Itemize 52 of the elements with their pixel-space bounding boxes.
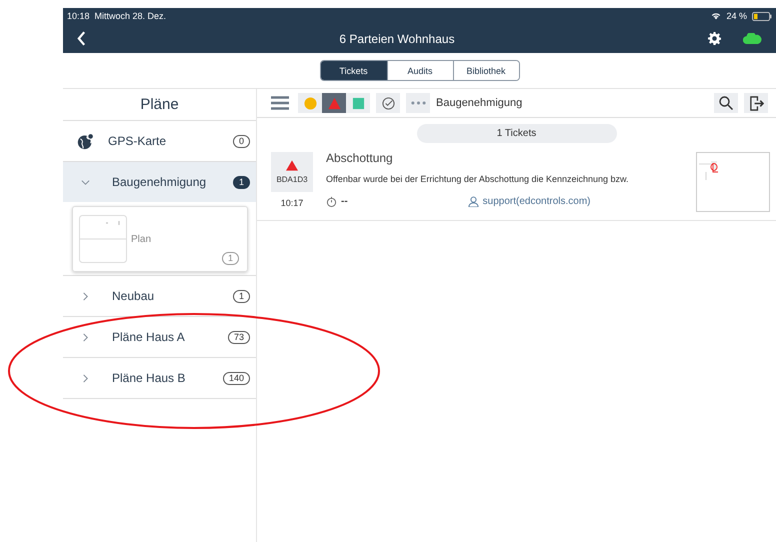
window-title: 6 Parteien Wohnhaus bbox=[338, 32, 456, 46]
count-badge: 73 bbox=[228, 330, 250, 344]
globe-pin-icon bbox=[77, 132, 94, 150]
plan-thumbnail[interactable] bbox=[696, 152, 770, 212]
chevron-right-icon[interactable] bbox=[81, 374, 90, 382]
chevron-right-icon[interactable] bbox=[81, 292, 90, 300]
plan-label: Plan bbox=[131, 234, 152, 244]
check-circle-icon bbox=[382, 96, 394, 110]
tab[interactable]: Tickets bbox=[320, 61, 386, 80]
sidebar-item[interactable]: Baugenehmigung 1 bbox=[63, 162, 256, 202]
sidebar-title: Pläne bbox=[63, 89, 256, 121]
sidebar-item[interactable]: Pläne Haus A 73 bbox=[63, 317, 256, 358]
back-button[interactable] bbox=[77, 31, 86, 46]
plan-card[interactable]: Plan 1 bbox=[72, 206, 248, 272]
person-icon bbox=[468, 196, 479, 207]
count-badge: 1 bbox=[232, 290, 250, 302]
chevron-right-icon[interactable] bbox=[81, 332, 90, 342]
count-badge: 1 bbox=[222, 252, 239, 265]
export-icon bbox=[748, 96, 764, 110]
plan-thumbnail bbox=[79, 215, 127, 263]
cloud-icon[interactable] bbox=[743, 33, 762, 44]
tab[interactable]: Bibliothek bbox=[452, 61, 518, 80]
battery-icon bbox=[752, 12, 772, 20]
filter-button[interactable] bbox=[346, 93, 370, 113]
more-button[interactable] bbox=[406, 93, 430, 113]
chevron-left-icon bbox=[77, 31, 86, 46]
search-icon bbox=[719, 96, 733, 110]
ticket-assignee: support(edcontrols.com) bbox=[482, 196, 590, 207]
wifi-icon bbox=[711, 12, 722, 20]
ticket-time: 10:17 bbox=[280, 198, 304, 208]
ticket-description: Offenbar wurde bei der Errichtung der Abschottung die Kennzeichnung bzw. bbox=[326, 174, 630, 184]
battery-percent: 24 % bbox=[726, 11, 747, 21]
sidebar-item[interactable]: Pläne Haus B 140 bbox=[63, 358, 256, 399]
count-badge: 140 bbox=[222, 372, 250, 384]
stopwatch-icon bbox=[326, 196, 337, 207]
export-button[interactable] bbox=[744, 93, 768, 113]
ticket-title: Abschottung bbox=[326, 151, 394, 165]
check-filter-button[interactable] bbox=[376, 93, 400, 113]
status-time: 10:18 bbox=[67, 11, 90, 21]
count-badge: 1 bbox=[232, 176, 250, 188]
chevron-down-icon[interactable] bbox=[81, 178, 90, 186]
search-button[interactable] bbox=[714, 93, 738, 113]
ticket-code: BDA1D3 bbox=[276, 175, 308, 184]
menu-icon[interactable] bbox=[271, 96, 289, 110]
status-date: Mittwoch 28. Dez. bbox=[94, 11, 166, 21]
settings-icon[interactable] bbox=[708, 32, 721, 45]
ticket-count: 1 Tickets bbox=[416, 124, 616, 143]
count-badge: 0 bbox=[232, 134, 250, 148]
due-date: -- bbox=[341, 196, 348, 207]
more-icon bbox=[410, 101, 426, 105]
breadcrumb: Baugenehmigung bbox=[436, 97, 522, 109]
sidebar-item[interactable]: Neubau 1 bbox=[63, 276, 256, 317]
